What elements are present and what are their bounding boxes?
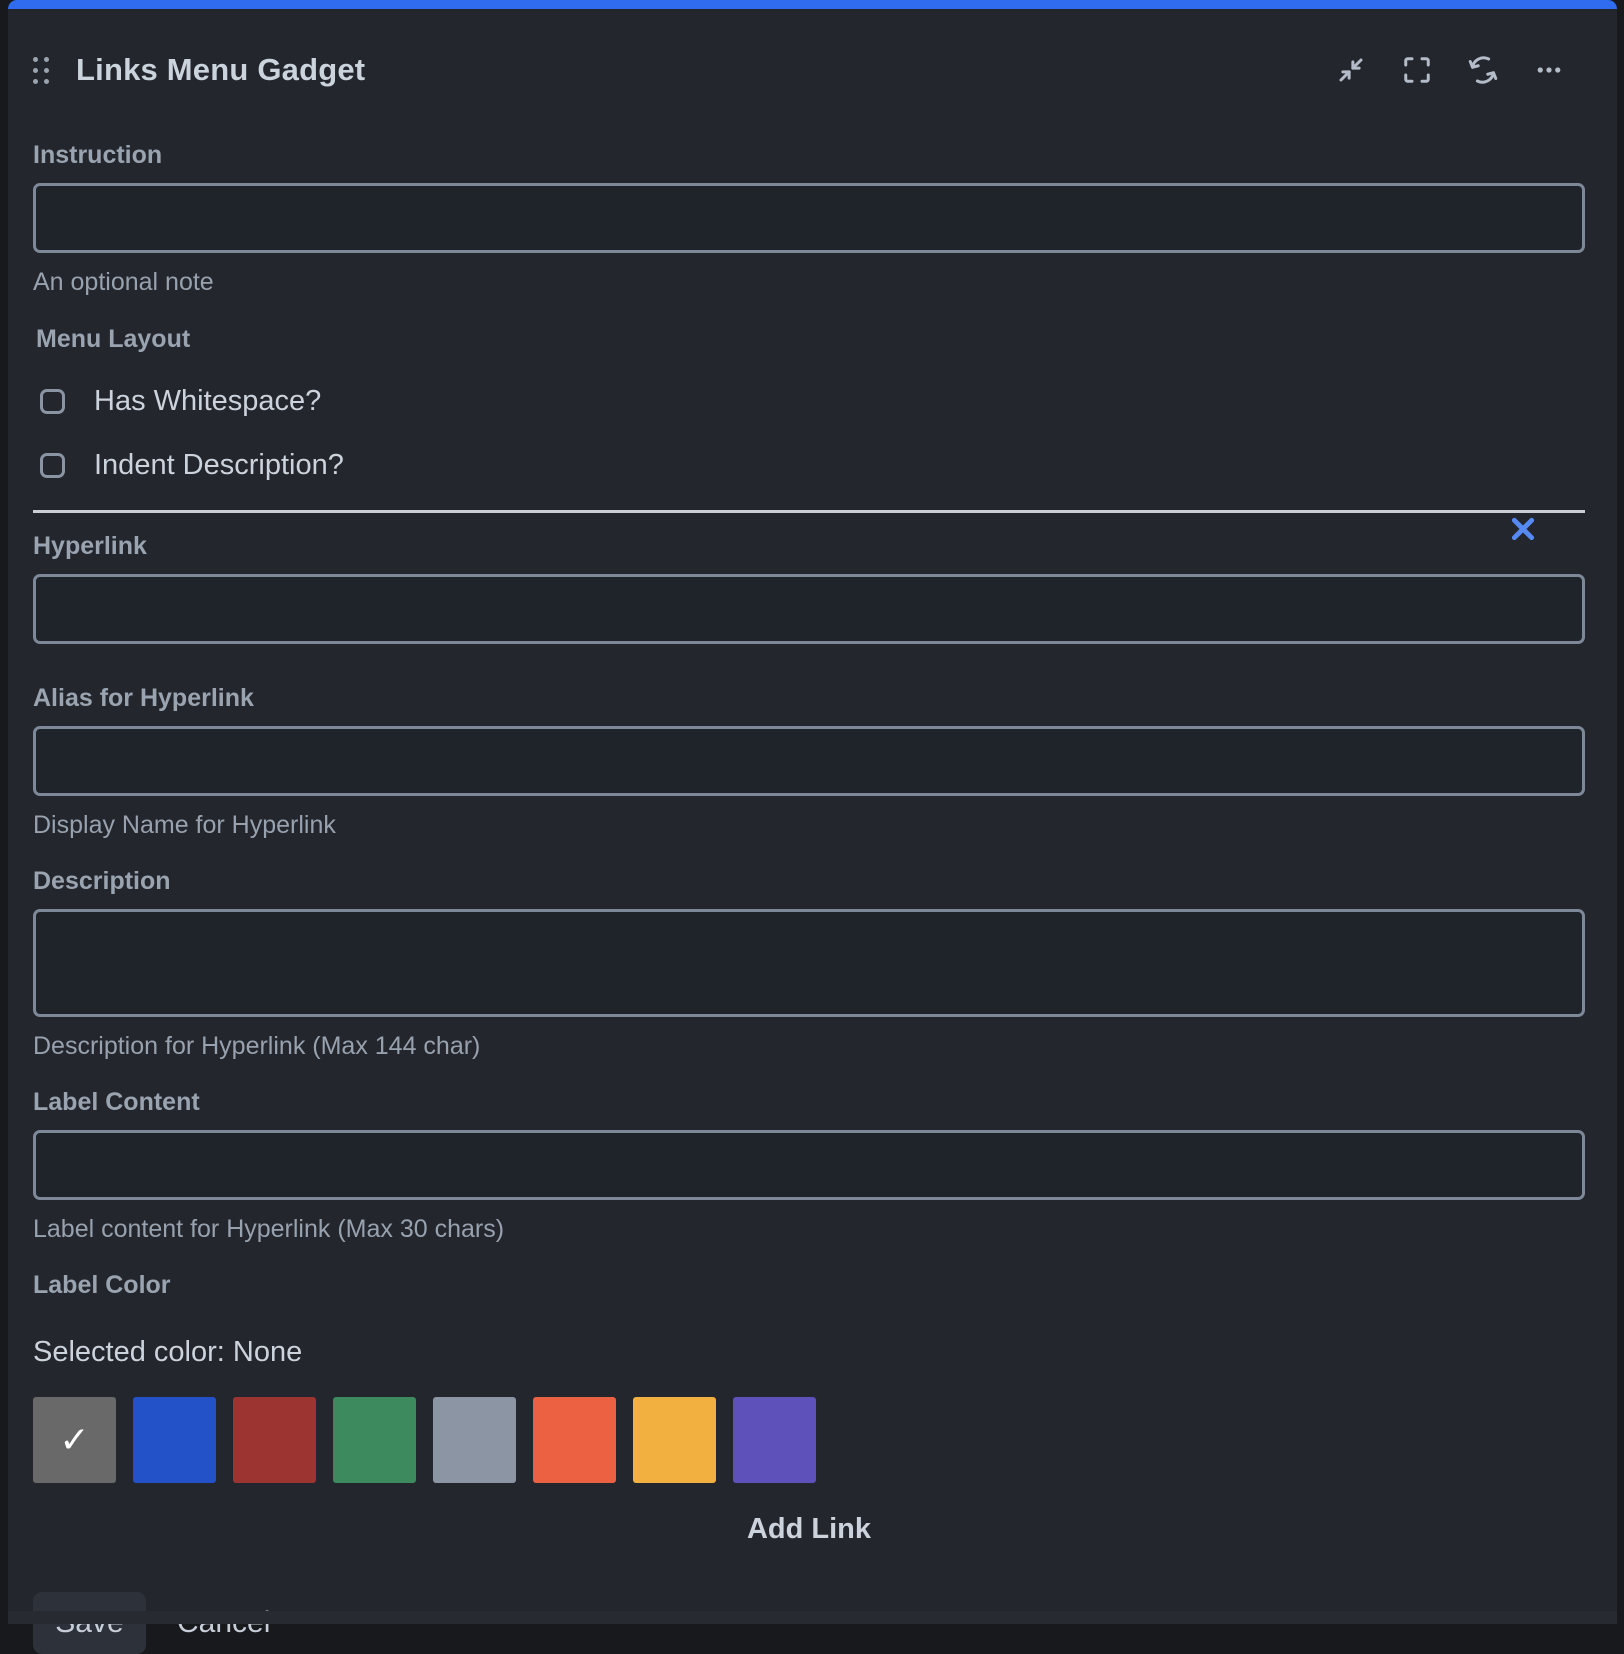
link-entry-section: Hyperlink Alias for Hyperlink Display Na…	[33, 513, 1585, 1483]
description-helper: Description for Hyperlink (Max 144 char)	[33, 1032, 1585, 1061]
more-options-icon[interactable]	[1533, 54, 1565, 86]
instruction-input[interactable]	[33, 183, 1585, 253]
label-content-helper: Label content for Hyperlink (Max 30 char…	[33, 1215, 1585, 1244]
refresh-icon[interactable]	[1467, 54, 1499, 86]
gadget-header: Links Menu Gadget	[33, 43, 1585, 97]
label-content-label: Label Content	[33, 1088, 1585, 1117]
alias-input[interactable]	[33, 726, 1585, 796]
fullscreen-icon[interactable]	[1401, 54, 1433, 86]
indent-description-checkbox[interactable]	[40, 453, 65, 478]
color-swatch-red[interactable]	[233, 1397, 316, 1483]
add-link-button[interactable]: Add Link	[747, 1513, 871, 1546]
instruction-helper: An optional note	[33, 268, 1585, 297]
page-title: Links Menu Gadget	[76, 52, 365, 88]
color-swatch-green[interactable]	[333, 1397, 416, 1483]
alias-label: Alias for Hyperlink	[33, 684, 1585, 713]
has-whitespace-checkbox[interactable]	[40, 389, 65, 414]
color-swatch-blue[interactable]	[133, 1397, 216, 1483]
selected-color-text: Selected color: None	[33, 1336, 1585, 1369]
hyperlink-label: Hyperlink	[33, 513, 1585, 561]
hyperlink-input[interactable]	[33, 574, 1585, 644]
description-textarea[interactable]	[33, 909, 1585, 1017]
alias-helper: Display Name for Hyperlink	[33, 811, 1585, 840]
check-icon: ✓	[59, 1419, 89, 1461]
collapse-icon[interactable]	[1335, 54, 1367, 86]
links-menu-gadget-panel: Links Menu Gadget	[8, 0, 1617, 1624]
color-swatch-orange[interactable]	[533, 1397, 616, 1483]
color-swatch-list: ✓	[33, 1397, 1585, 1483]
description-label: Description	[33, 867, 1585, 896]
accent-top-bar	[8, 0, 1617, 9]
instruction-label: Instruction	[33, 141, 1585, 170]
bottom-edge-strip	[8, 1611, 1617, 1624]
checkbox-row-indent-description[interactable]: Indent Description?	[33, 449, 1585, 482]
menu-layout-label: Menu Layout	[36, 325, 1585, 354]
label-color-label: Label Color	[33, 1271, 1585, 1300]
color-swatch-slate[interactable]	[433, 1397, 516, 1483]
color-swatch-yellow[interactable]	[633, 1397, 716, 1483]
label-content-input[interactable]	[33, 1130, 1585, 1200]
has-whitespace-label: Has Whitespace?	[94, 385, 321, 418]
drag-handle-icon[interactable]	[33, 57, 49, 84]
checkbox-row-has-whitespace[interactable]: Has Whitespace?	[33, 385, 1585, 418]
color-swatch-none-gray[interactable]: ✓	[33, 1397, 116, 1483]
indent-description-label: Indent Description?	[94, 449, 344, 482]
remove-link-icon[interactable]	[1509, 515, 1537, 543]
color-swatch-purple[interactable]	[733, 1397, 816, 1483]
